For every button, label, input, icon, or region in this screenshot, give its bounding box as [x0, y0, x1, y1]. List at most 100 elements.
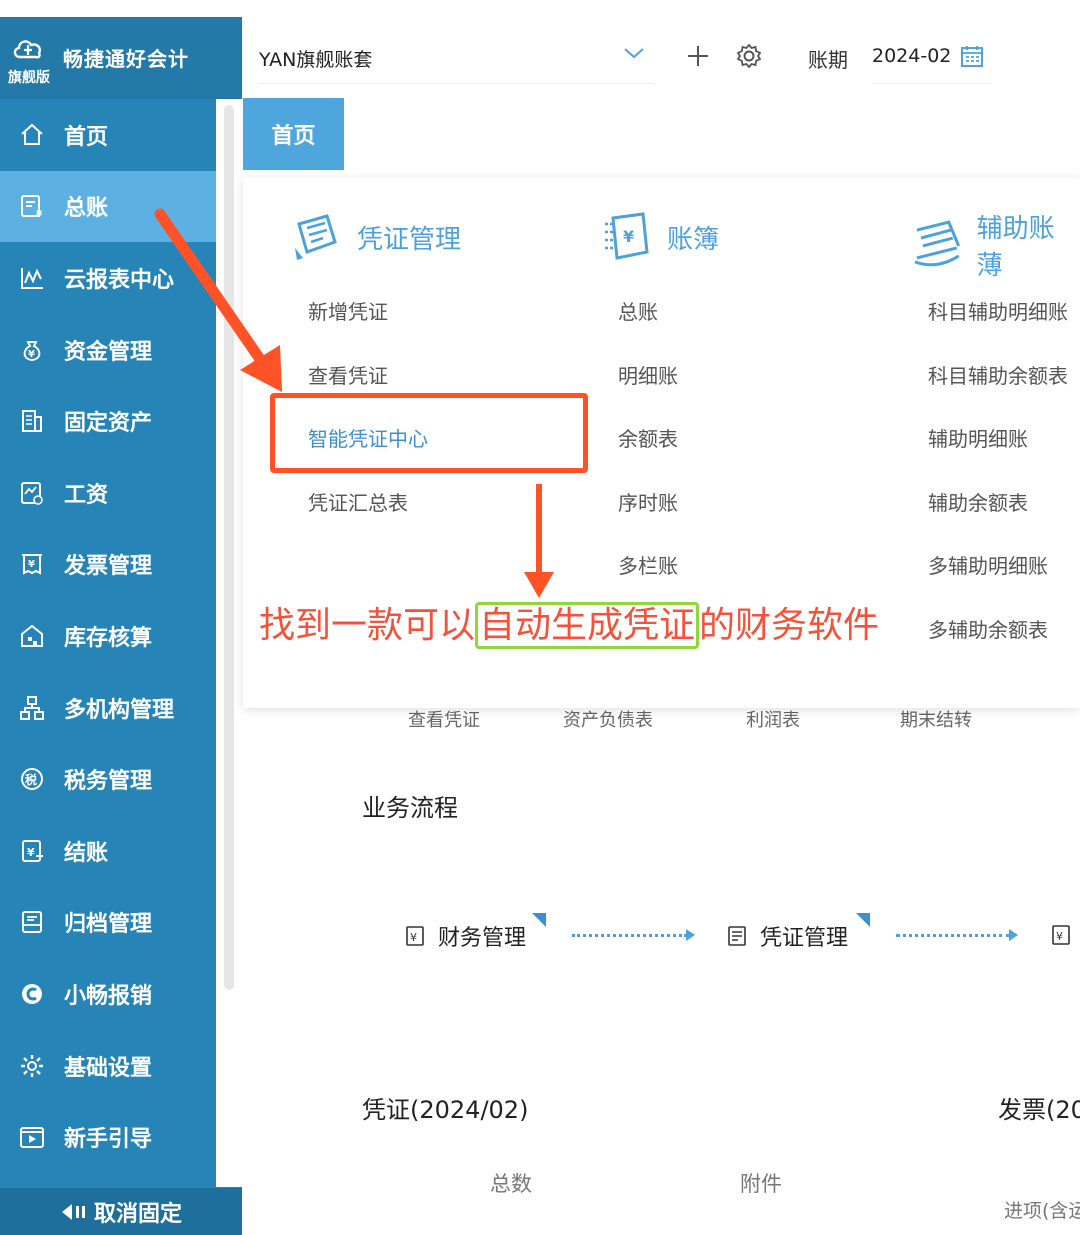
tab-bar: 首页 [243, 98, 1080, 170]
account-selector[interactable]: YAN旗舰账套 [259, 45, 372, 72]
reimburse-icon [18, 980, 46, 1008]
sidebar-nav: 首页 ¥ 总账 云报表中心 ¥ 资金管理 固定资产 工资 ¥ 发票管理 库存核算 [0, 99, 216, 1173]
home-icon [18, 121, 46, 149]
sidebar-item-archive[interactable]: 归档管理 [0, 887, 216, 959]
checkout-icon: ¥ [18, 837, 46, 865]
caption-text-before: 找到一款可以 [259, 605, 476, 646]
period-label: 账期 [808, 48, 848, 72]
stat-input-invoice-label: 进项(含运 [1004, 1200, 1080, 1222]
flow-arrow [572, 929, 695, 941]
sidebar-item-label: 工资 [64, 482, 109, 508]
sidebar-item-label: 固定资产 [64, 411, 153, 437]
sidebar-item-label: 多机构管理 [64, 697, 175, 723]
menu-item-aux-detail[interactable]: 辅助明细账 [928, 423, 1028, 452]
flow-corner-marker [532, 913, 546, 927]
menu-item-new-voucher[interactable]: 新增凭证 [308, 296, 388, 325]
flow-step-label: 凭证管理 [760, 926, 849, 951]
menu-item-aux-balance[interactable]: 辅助余额表 [928, 487, 1028, 516]
quick-link-income-statement[interactable]: 利润表 [746, 706, 800, 732]
sidebar-item-ledger[interactable]: ¥ 总账 [0, 170, 216, 243]
menu-item-multi-aux-detail[interactable]: 多辅助明细账 [928, 550, 1048, 579]
unpin-label: 取消固定 [93, 1201, 182, 1227]
menu-item-subject-aux-detail[interactable]: 科目辅助明细账 [928, 296, 1068, 325]
menu-item-balance-table[interactable]: 余额表 [618, 423, 678, 452]
quick-link-balance-sheet[interactable]: 资产负债表 [563, 706, 653, 732]
account-underline [259, 83, 654, 84]
edition-label: 旗舰版 [8, 70, 50, 86]
tax-icon: 税 [18, 765, 46, 793]
stat-total-label: 总数 [490, 1172, 532, 1196]
voucher-pen-icon [295, 214, 337, 260]
menu-item-multi-column-ledger[interactable]: 多栏账 [618, 550, 678, 579]
add-icon[interactable] [685, 43, 711, 69]
sidebar-item-label: 发票管理 [64, 554, 153, 580]
menu-item-general-ledger[interactable]: 总账 [618, 296, 658, 325]
menu-column-title: 凭证管理 [357, 224, 462, 255]
period-input[interactable]: 2024-02 [872, 45, 951, 67]
flow-step-voucher[interactable]: 凭证管理 [726, 920, 848, 952]
menu-column-title: 账簿 [667, 224, 720, 255]
sidebar-item-tax[interactable]: 税 税务管理 [0, 743, 216, 815]
menu-item-detail-ledger[interactable]: 明细账 [618, 360, 678, 389]
stat-attachment-label: 附件 [740, 1172, 782, 1196]
svg-text:¥: ¥ [36, 210, 43, 219]
period-underline [872, 83, 992, 84]
sidebar-item-label: 税务管理 [64, 769, 153, 795]
menu-item-multi-aux-balance[interactable]: 多辅助余额表 [928, 614, 1048, 643]
sidebar-item-salary[interactable]: 工资 [0, 457, 216, 529]
quick-link-view-voucher[interactable]: 查看凭证 [408, 706, 480, 732]
caption-text-highlight: 自动生成凭证 [475, 602, 700, 649]
aux-book-icon [914, 220, 961, 267]
svg-text:税: 税 [25, 772, 37, 787]
sidebar-item-label: 小畅报销 [64, 983, 153, 1009]
app-logo[interactable]: 旗舰版 畅捷通好会计 [0, 17, 242, 99]
sidebar-item-reimburse[interactable]: 小畅报销 [0, 958, 216, 1030]
sidebar-item-settings[interactable]: 基础设置 [0, 1030, 216, 1102]
caption-text-after: 的财务软件 [699, 605, 880, 646]
sidebar-item-label: 结账 [64, 840, 109, 866]
sidebar-item-guide[interactable]: 新手引导 [0, 1101, 216, 1173]
flow-step-label: 财务管理 [438, 926, 527, 951]
sidebar-item-label: 云报表中心 [64, 267, 175, 293]
sidebar-item-fixed-assets[interactable]: 固定资产 [0, 385, 216, 457]
next-step-doc-icon[interactable]: ¥ [1050, 924, 1072, 946]
svg-text:¥: ¥ [28, 559, 35, 570]
calendar-icon[interactable] [960, 44, 984, 68]
sidebar-item-invoice[interactable]: ¥ 发票管理 [0, 529, 216, 601]
unpin-sidebar-button[interactable]: 取消固定 [0, 1188, 242, 1235]
money-bag-icon: ¥ [18, 336, 46, 364]
sidebar-item-label: 归档管理 [64, 912, 153, 938]
quick-link-period-close[interactable]: 期末结转 [900, 706, 972, 732]
menu-item-journal[interactable]: 序时账 [618, 487, 678, 516]
chevron-down-icon[interactable] [623, 45, 645, 61]
highlight-box-annotation [270, 393, 588, 473]
gear-icon [18, 1052, 46, 1080]
settings-gear-icon[interactable] [735, 42, 763, 70]
sidebar-item-label: 首页 [64, 124, 109, 150]
sidebar-item-report-center[interactable]: 云报表中心 [0, 242, 216, 314]
tab-home[interactable]: 首页 [243, 98, 344, 170]
sidebar-item-inventory[interactable]: 库存核算 [0, 600, 216, 672]
sidebar-item-funds[interactable]: ¥ 资金管理 [0, 314, 216, 386]
report-chart-icon [18, 264, 46, 292]
sidebar-item-checkout[interactable]: ¥ 结账 [0, 815, 216, 887]
sidebar-item-multi-org[interactable]: 多机构管理 [0, 672, 216, 744]
menu-item-view-voucher[interactable]: 查看凭证 [308, 360, 388, 389]
voucher-section-title: 凭证(2024/02) [362, 1096, 529, 1124]
video-guide-icon [18, 1123, 46, 1151]
svg-text:¥: ¥ [27, 846, 35, 859]
ledger-book-icon: ¥ [605, 212, 649, 260]
salary-icon [18, 479, 46, 507]
warehouse-icon [18, 622, 46, 650]
sidebar-item-label: 新手引导 [64, 1127, 153, 1153]
sidebar-item-label: 资金管理 [64, 339, 153, 365]
flow-step-finance[interactable]: ¥ 财务管理 [404, 920, 526, 952]
menu-item-voucher-summary[interactable]: 凭证汇总表 [308, 487, 408, 516]
ledger-icon: ¥ [18, 192, 46, 220]
sidebar-scrollbar-thumb[interactable] [224, 105, 234, 990]
menu-column-title: 辅助账薄 [976, 214, 1055, 281]
cloud-logo-icon [13, 40, 42, 59]
menu-item-subject-aux-balance[interactable]: 科目辅助余额表 [928, 360, 1068, 389]
sidebar-item-home[interactable]: 首页 [0, 99, 216, 171]
svg-text:¥: ¥ [623, 227, 634, 246]
